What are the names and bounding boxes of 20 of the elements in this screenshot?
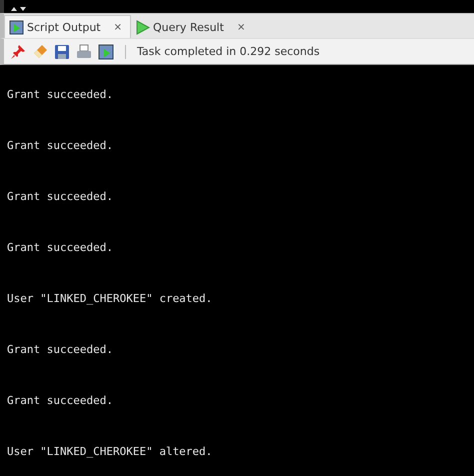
- output-line: Grant succeeded.: [7, 240, 114, 256]
- output-line: User "LINKED_CHEROKEE" altered.: [7, 444, 214, 460]
- print-icon[interactable]: [76, 44, 92, 60]
- play-icon: [135, 20, 150, 34]
- close-icon[interactable]: ×: [114, 22, 122, 32]
- status-text: Task completed in 0.292 seconds: [137, 45, 320, 58]
- output-line: User "LINKED_CHEROKEE" created.: [7, 291, 214, 307]
- output-line: Grant succeeded.: [7, 393, 114, 409]
- output-line: Grant succeeded.: [7, 189, 114, 205]
- run-script-icon[interactable]: [98, 44, 114, 60]
- output-line: Grant succeeded.: [7, 342, 114, 358]
- pin-icon[interactable]: [10, 44, 26, 60]
- splitter-arrows-icon[interactable]: [10, 6, 28, 12]
- close-icon[interactable]: ×: [236, 22, 246, 32]
- tab[interactable]: Script Output ×: [4, 15, 132, 38]
- output-line: Grant succeeded.: [7, 87, 114, 103]
- output-line: Grant succeeded.: [7, 138, 114, 154]
- script-icon: [9, 20, 24, 34]
- tab[interactable]: Query Result ×: [131, 16, 254, 38]
- save-icon[interactable]: [54, 44, 70, 60]
